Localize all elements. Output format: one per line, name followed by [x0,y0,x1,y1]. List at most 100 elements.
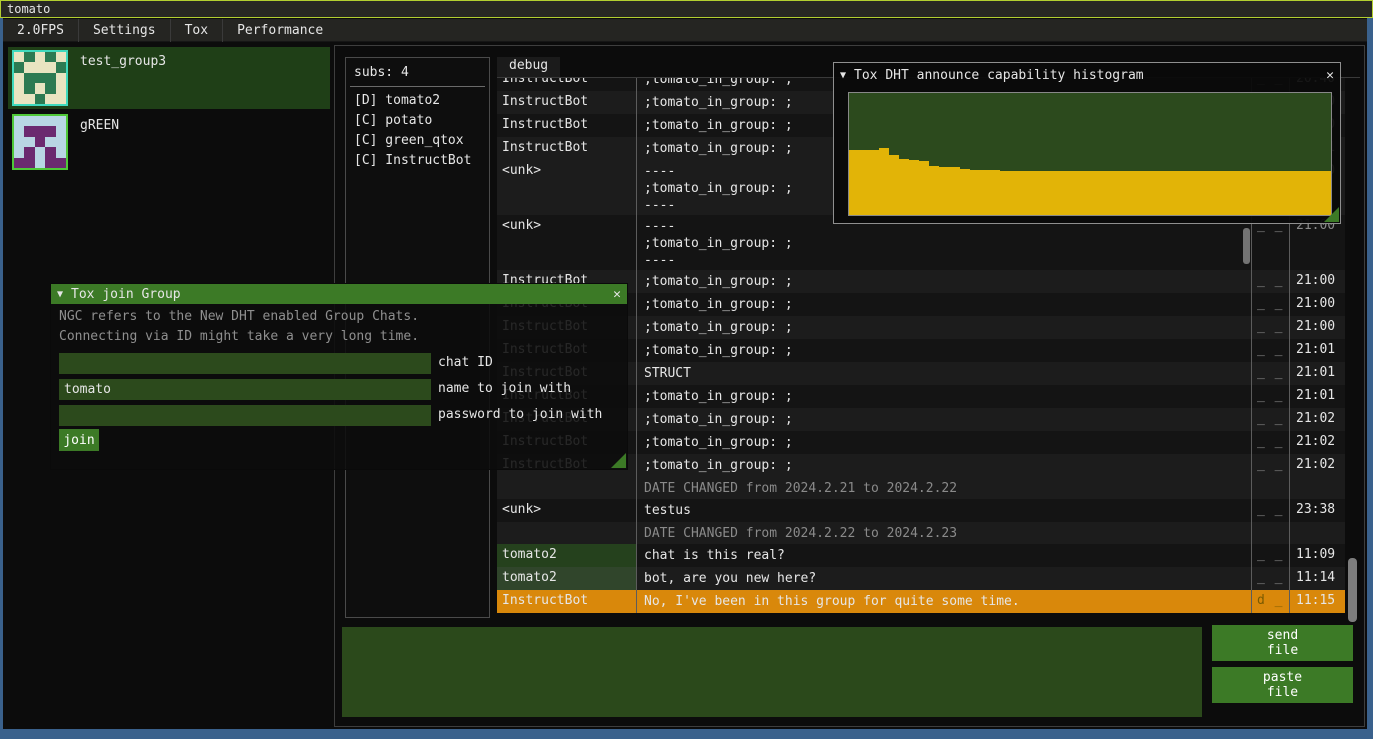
menu-tox[interactable]: Tox [171,19,222,42]
message-flags [1252,477,1290,499]
fps-indicator: 2.0FPS [3,19,78,42]
avatar-pixel [35,158,45,168]
subs-member-list: [D] tomato2[C] potato[C] green_qtox[C] I… [346,91,489,171]
avatar-pixel [35,147,45,157]
histogram-bar [1110,171,1120,215]
histogram-bar [1191,171,1201,215]
chat-row[interactable]: InstructBotNo, I've been in this group f… [497,590,1345,613]
subs-member[interactable]: [C] potato [346,111,489,131]
histogram-bar [1070,171,1080,215]
histogram-bar [859,150,869,215]
avatar-pixel [45,83,55,93]
message-sender [497,522,637,544]
avatar-pixel [14,147,24,157]
window-title: tomato [7,2,50,16]
dht-histogram-window: ▼ Tox DHT announce capability histogram … [833,62,1341,224]
avatar-pixel [45,52,55,62]
chat-id-input[interactable] [59,353,431,374]
message-text: ;tomato_in_group: ; [637,316,1252,339]
avatar-pixel [56,158,66,168]
dht-histogram-title: Tox DHT announce capability histogram [854,68,1144,83]
close-icon[interactable]: ✕ [613,287,621,302]
message-text: STRUCT [637,362,1252,385]
send-file-button[interactable]: send file [1212,625,1353,661]
window-frame-right [1367,18,1373,739]
chat-row[interactable]: tomato2bot, are you new here?_ _11:14 [497,567,1345,590]
date-separator-row: DATE CHANGED from 2024.2.22 to 2024.2.23 [497,522,1345,544]
join-button[interactable]: join [59,429,99,451]
group-avatar [12,114,68,170]
subs-member[interactable]: [C] InstructBot [346,151,489,171]
histogram-bar [1261,171,1271,215]
histogram-bar [1060,171,1070,215]
histogram-bar [1010,171,1020,215]
message-timestamp: 23:38 [1290,499,1345,522]
histogram-bar [949,167,959,215]
histogram-bar [1171,171,1181,215]
message-text: ;tomato_in_group: ; [637,431,1252,454]
histogram-bar [919,161,929,215]
date-separator-row: DATE CHANGED from 2024.2.21 to 2024.2.22 [497,477,1345,499]
message-flags: _ _ [1252,339,1290,362]
subs-member[interactable]: [C] green_qtox [346,131,489,151]
join-password-input[interactable] [59,405,431,426]
avatar-pixel [14,158,24,168]
menu-performance[interactable]: Performance [223,19,337,42]
avatar-pixel [56,94,66,104]
avatar-pixel [56,62,66,72]
histogram-bar [1301,171,1311,215]
menu-settings[interactable]: Settings [79,19,170,42]
histogram-bar [1090,171,1100,215]
close-icon[interactable]: ✕ [1326,68,1334,83]
message-cell-scrollbar[interactable] [1243,228,1250,264]
join-group-title: Tox join Group [71,287,181,302]
message-sender: InstructBot [497,590,637,613]
message-timestamp [1290,522,1345,544]
message-sender: InstructBot [497,137,637,160]
avatar-pixel [35,126,45,136]
resize-grip-icon[interactable] [611,453,626,468]
avatar-pixel [56,126,66,136]
window-frame-bottom [0,729,1373,739]
paste-file-button[interactable]: paste file [1212,667,1353,703]
histogram-bar [980,170,990,215]
histogram-bar [899,159,909,215]
message-text: testus [637,499,1252,522]
group-item-test-group3[interactable]: test_group3 [8,47,330,109]
join-name-input[interactable] [59,379,431,400]
subs-separator [350,86,485,87]
subs-member[interactable]: [D] tomato2 [346,91,489,111]
dht-histogram-titlebar[interactable]: ▼ Tox DHT announce capability histogram … [834,63,1340,87]
avatar-pixel [14,73,24,83]
message-flags: _ _ [1252,408,1290,431]
resize-grip-icon[interactable] [1324,207,1339,222]
join-group-titlebar[interactable]: ▼ Tox join Group ✕ [51,284,627,304]
group-name: test_group3 [80,54,166,69]
chat-scrollbar[interactable] [1348,558,1357,622]
window-titlebar[interactable]: tomato [0,0,1373,18]
avatar-pixel [24,62,34,72]
chat-row[interactable]: tomato2chat is this real?_ _11:09 [497,544,1345,567]
tab-debug[interactable]: debug [497,57,560,77]
histogram-bar [909,160,919,215]
group-item-green[interactable]: gREEN [8,111,330,173]
collapse-arrow-icon[interactable]: ▼ [57,289,63,300]
chat-row[interactable]: <unk>testus_ _23:38 [497,499,1345,522]
histogram-bar [1130,171,1140,215]
histogram-bar [1181,171,1191,215]
message-timestamp: 21:02 [1290,454,1345,477]
message-sender: InstructBot [497,91,637,114]
chat-input[interactable] [342,627,1202,717]
avatar-pixel [45,73,55,83]
avatar-pixel [45,116,55,126]
message-flags [1252,522,1290,544]
collapse-arrow-icon[interactable]: ▼ [840,70,846,81]
avatar-pixel [45,147,55,157]
message-timestamp: 21:01 [1290,362,1345,385]
group-avatar [12,50,68,106]
histogram-bar [869,150,879,215]
group-name: gREEN [80,118,119,133]
message-flags: _ _ [1252,544,1290,567]
histogram-bar [1100,171,1110,215]
message-sender: tomato2 [497,544,637,567]
